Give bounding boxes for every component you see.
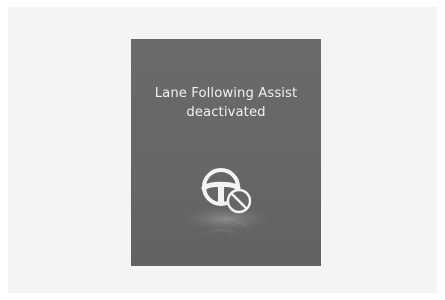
lane-following-assist-icon-area xyxy=(181,157,271,257)
prohibited-icon xyxy=(226,188,252,214)
cluster-notification-panel: Lane Following Assist deactivated xyxy=(131,39,321,266)
notification-status: deactivated xyxy=(186,105,266,120)
notification-message: Lane Following Assist deactivated xyxy=(131,84,321,122)
steering-wheel-off-icon xyxy=(182,168,270,242)
notification-title: Lane Following Assist xyxy=(154,86,298,101)
